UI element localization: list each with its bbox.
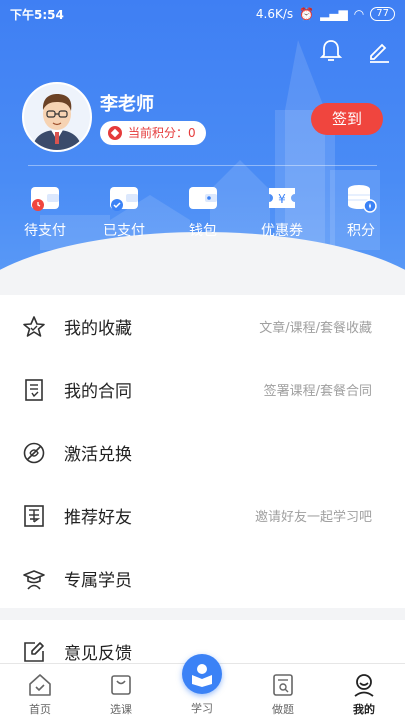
quick-label: 钱包 bbox=[189, 223, 217, 239]
menu-item-contract[interactable]: 我的合同 签署课程/套餐合同 bbox=[0, 358, 405, 421]
quick-points[interactable]: 积分 bbox=[331, 182, 391, 240]
alarm-icon: ⏰ bbox=[299, 7, 315, 21]
points-icon bbox=[108, 126, 122, 140]
paid-wallet-icon bbox=[110, 187, 138, 211]
pending-payment-icon bbox=[31, 187, 59, 211]
points-label: 当前积分：0 bbox=[128, 126, 196, 140]
points-icon bbox=[348, 185, 377, 213]
nav-label: 选课 bbox=[110, 703, 132, 716]
quick-label: 积分 bbox=[347, 223, 375, 239]
study-icon bbox=[192, 664, 212, 687]
quick-pending-payment[interactable]: 待支付 bbox=[15, 182, 75, 240]
section-gap bbox=[0, 608, 405, 620]
nav-label: 我的 bbox=[353, 703, 375, 716]
study-button[interactable] bbox=[182, 654, 222, 694]
activate-icon bbox=[23, 442, 45, 463]
menu-hint: 文章/课程/套餐收藏 bbox=[259, 321, 372, 336]
exercise-icon bbox=[273, 674, 293, 696]
nav-home[interactable]: 首页 bbox=[10, 672, 70, 717]
nav-label: 首页 bbox=[29, 703, 51, 716]
points-badge[interactable]: 当前积分：0 bbox=[100, 121, 206, 145]
menu-list: 我的收藏 文章/课程/套餐收藏 我的合同 签署课程/套餐合同 激活兑换 推荐好友… bbox=[0, 295, 405, 610]
recommend-icon bbox=[24, 504, 44, 527]
profile-icon bbox=[354, 674, 374, 697]
contract-icon bbox=[25, 378, 43, 401]
menu-item-favorites[interactable]: 我的收藏 文章/课程/套餐收藏 bbox=[0, 295, 405, 358]
edit-icon[interactable] bbox=[366, 38, 392, 64]
menu-label: 我的收藏 bbox=[64, 319, 132, 339]
wallet-icon bbox=[189, 187, 217, 209]
menu-item-students[interactable]: 专属学员 bbox=[0, 547, 405, 610]
svg-text:¥: ¥ bbox=[278, 192, 286, 206]
course-bag-icon bbox=[111, 675, 131, 695]
star-icon bbox=[23, 315, 45, 337]
signin-button[interactable]: 签到 bbox=[311, 103, 383, 135]
coupon-icon: ¥ bbox=[269, 188, 295, 208]
nav-label-study[interactable]: 学习 bbox=[172, 700, 232, 716]
menu-label: 推荐好友 bbox=[64, 508, 132, 528]
quick-label: 已支付 bbox=[103, 223, 145, 239]
home-icon bbox=[29, 674, 51, 696]
menu-label: 我的合同 bbox=[64, 382, 132, 402]
menu-item-activate[interactable]: 激活兑换 bbox=[0, 421, 405, 484]
menu-label: 意见反馈 bbox=[64, 644, 132, 664]
feedback-icon bbox=[24, 641, 44, 662]
battery-icon: 77 bbox=[370, 7, 395, 21]
nav-course[interactable]: 选课 bbox=[91, 672, 151, 717]
quick-coupon[interactable]: ¥ 优惠券 bbox=[252, 182, 312, 240]
quick-label: 优惠券 bbox=[261, 223, 303, 239]
status-bar: 下午5:54 4.6K/s ⏰ ▂▄▆ ◠ 77 bbox=[0, 0, 405, 28]
menu-item-recommend[interactable]: 推荐好友 邀请好友一起学习吧 bbox=[0, 484, 405, 547]
quick-wallet[interactable]: 钱包 bbox=[173, 182, 233, 240]
menu-hint: 签署课程/套餐合同 bbox=[263, 384, 372, 399]
status-time: 下午5:54 bbox=[10, 7, 64, 22]
avatar[interactable] bbox=[22, 82, 92, 152]
graduate-icon bbox=[23, 569, 45, 590]
menu-hint: 邀请好友一起学习吧 bbox=[254, 510, 372, 525]
user-name: 李老师 bbox=[100, 94, 154, 115]
bell-icon[interactable] bbox=[318, 38, 344, 64]
signal-icon: ▂▄▆ bbox=[320, 7, 348, 21]
menu-label: 激活兑换 bbox=[64, 445, 132, 465]
nav-profile[interactable]: 我的 bbox=[334, 672, 394, 717]
quick-paid[interactable]: 已支付 bbox=[94, 182, 154, 240]
wifi-icon: ◠ bbox=[353, 7, 365, 21]
menu-label: 专属学员 bbox=[64, 571, 132, 591]
header-divider bbox=[28, 165, 377, 166]
nav-exercise[interactable]: 做题 bbox=[253, 672, 313, 717]
quick-label: 待支付 bbox=[24, 223, 66, 239]
network-speed: 4.6K/s bbox=[255, 7, 294, 21]
teacher-avatar-icon bbox=[24, 84, 90, 150]
nav-label: 做题 bbox=[272, 703, 294, 716]
